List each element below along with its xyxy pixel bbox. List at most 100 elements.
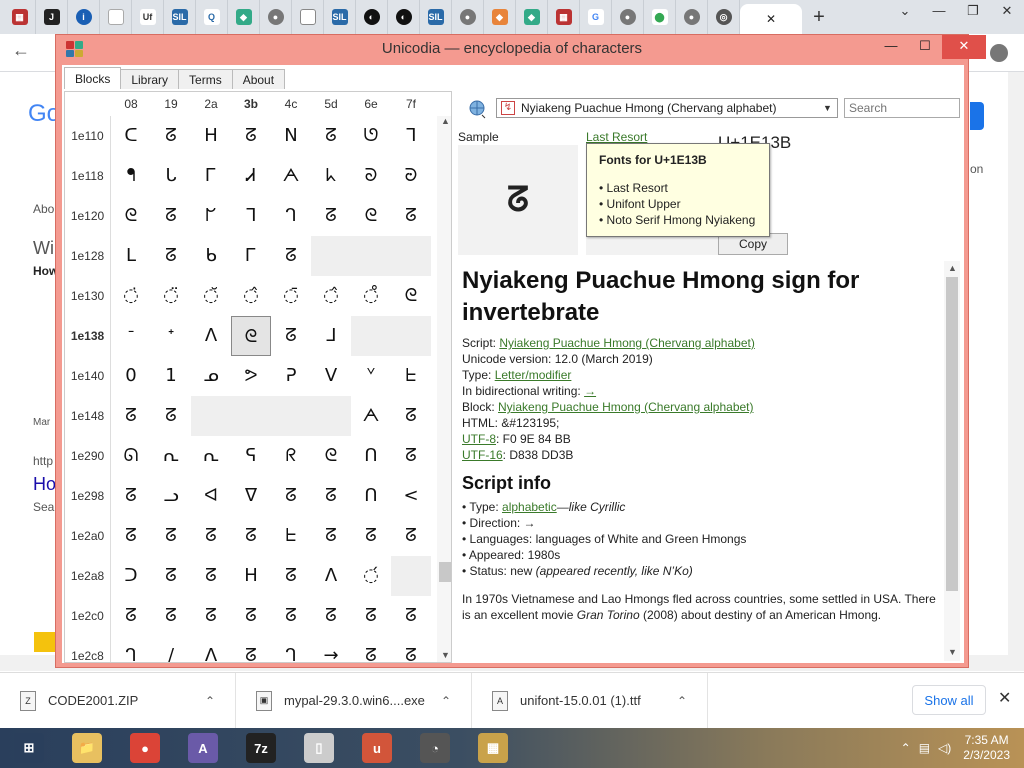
taskbar-app-app-red[interactable]: u: [348, 728, 406, 768]
grid-char-cell[interactable]: ᘔ: [151, 116, 191, 156]
chevron-up-icon[interactable]: ⌃: [205, 694, 215, 708]
grid-char-cell[interactable]: ᘔ: [391, 596, 431, 636]
scrollbar-thumb[interactable]: [946, 277, 958, 591]
clock[interactable]: 7:35 AM 2/3/2023: [963, 733, 1010, 763]
chevron-down-icon[interactable]: ▼: [823, 103, 837, 113]
grid-char-cell[interactable]: ᒉ: [111, 636, 151, 662]
info-vertical-scrollbar[interactable]: ▲ ▼: [944, 261, 960, 661]
browser-tab[interactable]: i: [68, 0, 100, 34]
grid-char-cell[interactable]: ᘔ: [151, 596, 191, 636]
grid-char-cell[interactable]: ᒪ: [111, 236, 151, 276]
utf16-link[interactable]: UTF-16: [462, 448, 503, 462]
browser-tab[interactable]: ⬤: [644, 0, 676, 34]
grid-char-cell[interactable]: ᘏ: [111, 436, 151, 476]
close-button[interactable]: ✕: [990, 0, 1024, 28]
browser-tab[interactable]: G: [580, 0, 612, 34]
grid-char-cell[interactable]: ◌̊: [351, 276, 391, 316]
grid-char-cell[interactable]: ᘔ: [271, 556, 311, 596]
script-link[interactable]: Nyiakeng Puachue Hmong (Chervang alphabe…: [499, 336, 755, 350]
grid-char-cell[interactable]: ᘔ: [231, 116, 271, 156]
search-input[interactable]: [844, 98, 960, 118]
tab-about[interactable]: About: [231, 69, 286, 89]
grid-char-cell[interactable]: ᘔ: [311, 596, 351, 636]
grid-char-cell[interactable]: ᒣ: [231, 196, 271, 236]
grid-char-cell[interactable]: ᑎ: [351, 436, 391, 476]
close-downloads-icon[interactable]: ✕: [998, 688, 1011, 708]
taskbar-app-char-map[interactable]: A: [174, 728, 232, 768]
browser-tab[interactable]: ◆: [516, 0, 548, 34]
grid-char-cell[interactable]: ᘔ: [391, 196, 431, 236]
download-item[interactable]: ▣ mypal-29.3.0.win6....exe ⌃: [236, 672, 472, 729]
grid-char-cell[interactable]: ᗅ: [351, 396, 391, 436]
grid-char-cell[interactable]: ᗅ: [271, 156, 311, 196]
scroll-up-icon[interactable]: ▲: [948, 263, 957, 273]
tab-library[interactable]: Library: [120, 69, 180, 89]
browser-tab[interactable]: [100, 0, 132, 34]
grid-char-cell[interactable]: ᕼ: [191, 116, 231, 156]
grid-char-cell[interactable]: ᑎ: [351, 476, 391, 516]
grid-char-cell[interactable]: ᘔ: [231, 636, 271, 662]
grid-char-cell[interactable]: ᐁ: [231, 476, 271, 516]
grid-char-cell[interactable]: ᖇ: [271, 436, 311, 476]
grid-char-cell[interactable]: ᘓ: [231, 316, 271, 356]
grid-char-cell[interactable]: ᘔ: [351, 636, 391, 662]
grid-char-cell[interactable]: ᕆ: [191, 436, 231, 476]
grid-char-cell[interactable]: 0: [111, 356, 151, 396]
browser-tab[interactable]: ◐: [388, 0, 420, 34]
close-button[interactable]: ✕: [942, 35, 986, 59]
grid-char-cell[interactable]: ᖳ: [111, 156, 151, 196]
grid-char-cell[interactable]: ᐩ: [151, 316, 191, 356]
grid-char-cell[interactable]: ᘓ: [111, 196, 151, 236]
grid-char-cell[interactable]: ᘔ: [111, 596, 151, 636]
taskbar-app-raccoon[interactable]: ◔: [406, 728, 464, 768]
browser-tab[interactable]: ◆: [228, 0, 260, 34]
grid-char-cell[interactable]: Ꮧ: [231, 156, 271, 196]
new-tab-button[interactable]: +: [802, 6, 836, 29]
grid-char-cell[interactable]: ᒉ: [271, 196, 311, 236]
grid-char-cell[interactable]: ᘔ: [311, 196, 351, 236]
grid-char-cell[interactable]: ᘔ: [351, 596, 391, 636]
grid-char-cell[interactable]: ᘔ: [191, 556, 231, 596]
grid-char-cell[interactable]: ᑐ: [111, 556, 151, 596]
globe-dropdown-icon[interactable]: [468, 99, 488, 119]
page-vertical-scrollbar[interactable]: [1008, 72, 1024, 655]
grid-char-cell[interactable]: ᒧ: [311, 316, 351, 356]
tab-search-chevron-icon[interactable]: ⌄: [888, 0, 922, 28]
grid-char-cell[interactable]: ◌̈: [151, 276, 191, 316]
browser-tab[interactable]: ●: [260, 0, 292, 34]
grid-char-cell[interactable]: V: [311, 356, 351, 396]
grid-char-cell[interactable]: ᕋ: [231, 436, 271, 476]
profile-avatar[interactable]: [990, 44, 1008, 62]
browser-tab[interactable]: ▦: [4, 0, 36, 34]
grid-char-cell[interactable]: ᘔ: [151, 196, 191, 236]
grid-char-cell[interactable]: ᘔ: [151, 556, 191, 596]
grid-char-cell[interactable]: ᐊ: [191, 476, 231, 516]
browser-tab[interactable]: SIL: [420, 0, 452, 34]
grid-char-cell[interactable]: ᘔ: [351, 516, 391, 556]
back-arrow-icon[interactable]: ←: [12, 40, 30, 61]
grid-char-cell[interactable]: ᘔ: [311, 476, 351, 516]
grid-char-cell[interactable]: ᘁ: [351, 356, 391, 396]
browser-tab[interactable]: ◎: [708, 0, 740, 34]
grid-char-cell[interactable]: ᘎ: [351, 116, 391, 156]
grid-char-cell[interactable]: H: [231, 556, 271, 596]
scroll-down-icon[interactable]: ▼: [441, 650, 450, 660]
grid-char-cell[interactable]: ᑕ: [111, 116, 151, 156]
restore-button[interactable]: ❐: [956, 0, 990, 28]
grid-char-cell[interactable]: ᘔ: [151, 516, 191, 556]
grid-char-cell[interactable]: ᘔ: [231, 516, 271, 556]
grid-char-cell[interactable]: ◌̇: [111, 276, 151, 316]
grid-char-cell[interactable]: ᘓ: [311, 436, 351, 476]
network-icon[interactable]: ▤: [919, 741, 930, 755]
grid-char-cell[interactable]: ᒣ: [391, 116, 431, 156]
grid-char-cell[interactable]: ᘔ: [391, 516, 431, 556]
grid-char-cell[interactable]: Ꮁ: [231, 236, 271, 276]
scroll-down-icon[interactable]: ▼: [948, 647, 957, 657]
taskbar-app-unicodia[interactable]: ▦: [464, 728, 522, 768]
volume-icon[interactable]: ◁): [938, 741, 951, 755]
taskbar-app-7zip[interactable]: 7z: [232, 728, 290, 768]
grid-char-cell[interactable]: →: [311, 636, 351, 662]
chevron-up-icon[interactable]: ⌃: [441, 694, 451, 708]
grid-char-cell[interactable]: ᖶ: [271, 516, 311, 556]
block-link[interactable]: Nyiakeng Puachue Hmong (Chervang alphabe…: [498, 400, 754, 414]
